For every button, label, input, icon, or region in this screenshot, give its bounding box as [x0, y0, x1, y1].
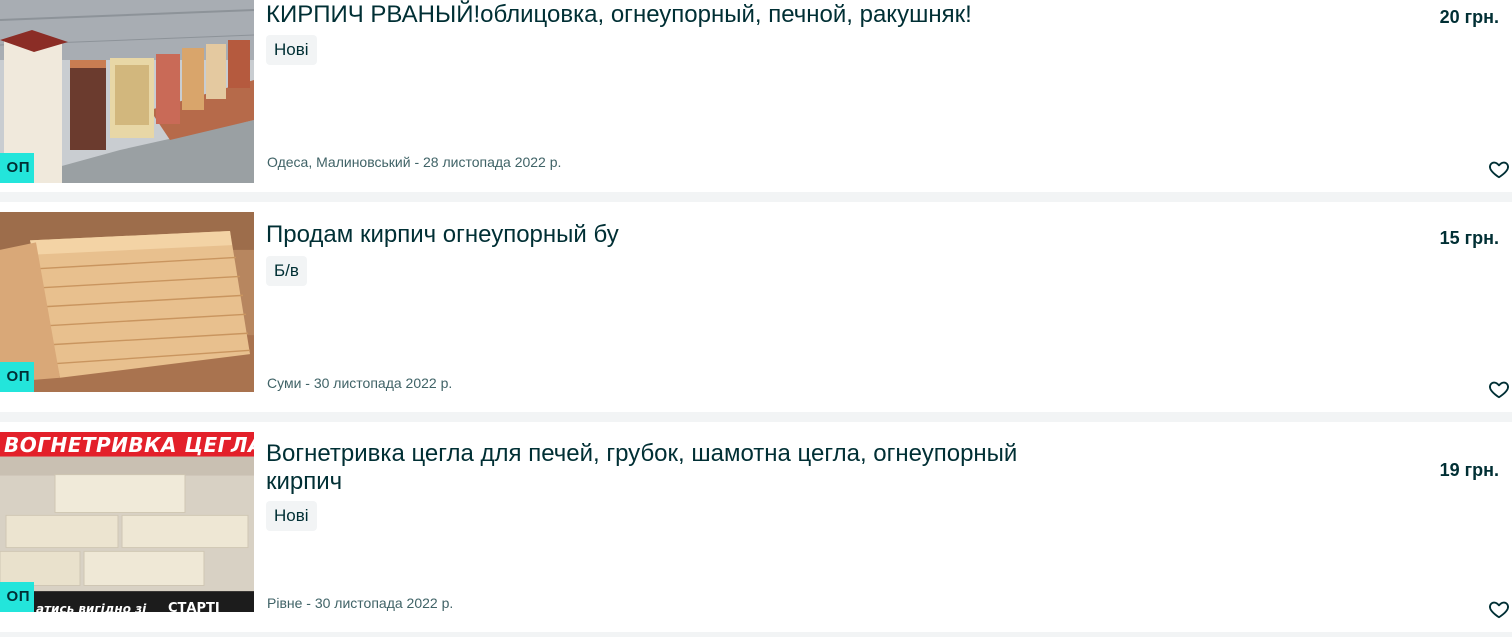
listing-list: ОП КИРПИЧ РВАНЫЙ!облицовка, огнеупорный,… [0, 0, 1512, 637]
condition-tag: Нові [266, 501, 317, 531]
listing-photo[interactable]: ОП [0, 0, 254, 183]
listing-title[interactable]: КИРПИЧ РВАНЫЙ!облицовка, огнеупорный, пе… [266, 1, 1086, 29]
listing-card[interactable]: ВОГНЕТРИВКА ЦЕГЛА атись вигідно зі СТАРТ… [0, 422, 1512, 632]
listing-price: 19 грн. [1439, 460, 1499, 480]
listing-price: 20 грн. [1439, 7, 1499, 27]
listing-title[interactable]: Вогнетривка цегла для печей, грубок, шам… [266, 440, 1086, 496]
heart-outline-icon[interactable] [1488, 378, 1510, 400]
condition-tag: Б/в [266, 256, 307, 286]
top-badge: ОП [0, 362, 34, 392]
listing-card[interactable]: ОП Продам кирпич огнеупорный бу Б/в Суми… [0, 202, 1512, 412]
location-date: Одеса, Малиновський - 28 листопада 2022 … [267, 154, 562, 170]
brick-pillars-photo [0, 0, 254, 183]
listing-title[interactable]: Продам кирпич огнеупорный бу [266, 221, 1086, 249]
location-date: Рівне - 30 листопада 2022 р. [267, 595, 454, 611]
image-banner-text: ВОГНЕТРИВКА ЦЕГЛА [4, 433, 254, 457]
heart-outline-icon[interactable] [1488, 598, 1510, 620]
brick-stack-photo [0, 212, 254, 392]
top-badge: ОП [0, 153, 34, 183]
listing-card[interactable]: ОП КИРПИЧ РВАНЫЙ!облицовка, огнеупорный,… [0, 0, 1512, 192]
listing-price: 15 грн. [1439, 228, 1499, 248]
listing-photo[interactable]: ВОГНЕТРИВКА ЦЕГЛА атись вигідно зі СТАРТ… [0, 432, 254, 612]
location-date: Суми - 30 листопада 2022 р. [267, 375, 453, 391]
heart-outline-icon[interactable] [1488, 158, 1510, 180]
listing-photo[interactable]: ОП [0, 212, 254, 392]
image-footer-text: атись вигідно зі [36, 602, 147, 612]
start-logo-text: СТАРТІ [168, 601, 220, 612]
condition-tag: Нові [266, 35, 317, 65]
top-badge: ОП [0, 582, 34, 612]
fireclay-brick-photo [0, 432, 254, 612]
